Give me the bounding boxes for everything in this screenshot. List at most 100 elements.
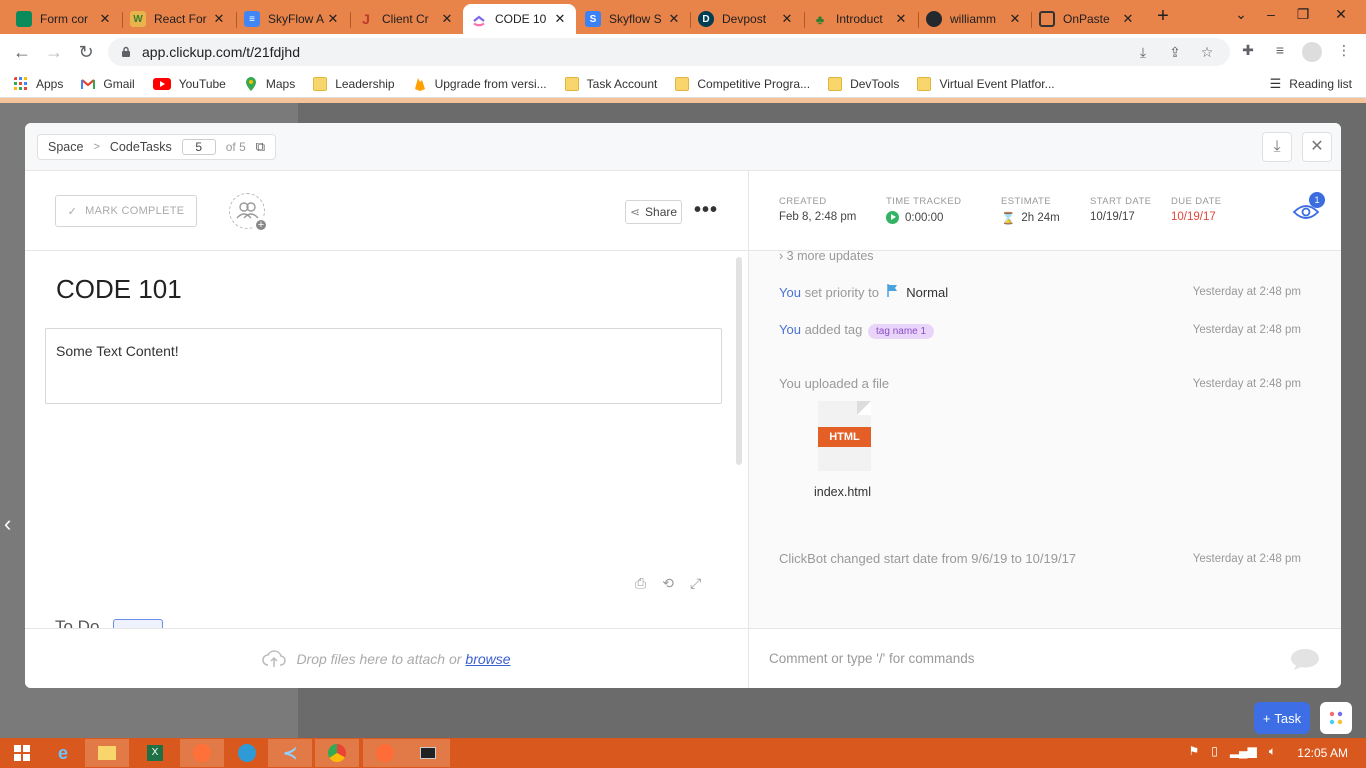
close-tab-icon[interactable]: ✕ xyxy=(666,11,682,27)
task-title[interactable]: CODE 101 xyxy=(56,274,182,305)
close-tab-icon[interactable]: ✕ xyxy=(1007,11,1023,27)
bookmark-firebase[interactable]: Upgrade from versi... xyxy=(413,77,547,91)
close-tab-icon[interactable]: ✕ xyxy=(552,11,568,27)
address-bar[interactable]: app.clickup.com/t/21fdjhd ⤓ ⇪ ☆ xyxy=(108,38,1230,66)
comment-box[interactable]: Comment or type '/' for commands xyxy=(749,628,1341,688)
page-number-input[interactable]: 5 xyxy=(181,139,216,155)
expand-icon[interactable]: ⤢ xyxy=(690,575,701,592)
close-tab-icon[interactable]: ✕ xyxy=(893,11,909,27)
browser-menu-icon[interactable]: ⋮ xyxy=(1334,42,1354,62)
play-timer-icon[interactable] xyxy=(886,211,899,224)
attachment-card[interactable]: HTML xyxy=(818,401,871,471)
bookmark-maps[interactable]: Maps xyxy=(244,76,295,91)
bookmark-folder[interactable]: DevTools xyxy=(828,76,899,91)
share-page-icon[interactable]: ⇪ xyxy=(1166,44,1184,62)
browser-tab-active[interactable]: CODE 10 ✕ xyxy=(463,4,576,34)
close-tab-icon[interactable]: ✕ xyxy=(325,11,341,27)
folder-icon xyxy=(828,76,843,91)
browser-tab[interactable]: D Devpost ✕ xyxy=(690,4,803,34)
scrollbar[interactable] xyxy=(736,257,742,465)
device-icon[interactable]: ▯ xyxy=(1211,744,1218,759)
bookmark-folder[interactable]: Task Account xyxy=(564,76,657,91)
browser-tab[interactable]: J Client Cr ✕ xyxy=(350,4,463,34)
bookmark-folder[interactable]: Virtual Event Platfor... xyxy=(917,76,1055,91)
copy-link-icon[interactable]: ⧉ xyxy=(256,139,265,155)
internet-explorer-icon[interactable]: e xyxy=(41,739,85,767)
chevron-right-icon: > xyxy=(93,141,100,153)
browser-tab[interactable]: ♣ Introduct ✕ xyxy=(804,4,917,34)
windows-start-icon[interactable] xyxy=(0,739,44,767)
extensions-puzzle-icon[interactable]: ✚ xyxy=(1238,42,1258,62)
excel-icon[interactable]: X xyxy=(133,739,177,767)
install-icon[interactable]: ⤓ xyxy=(1134,44,1152,62)
bookmark-star-icon[interactable]: ☆ xyxy=(1198,44,1216,62)
apps-launcher-button[interactable] xyxy=(1320,702,1352,734)
browse-link[interactable]: browse xyxy=(465,651,510,667)
browser-tab[interactable]: OnPaste ✕ xyxy=(1031,4,1144,34)
due-date-field[interactable]: DUE DATE 10/19/17 xyxy=(1171,196,1222,223)
more-updates-toggle[interactable]: › 3 more updates xyxy=(779,249,874,263)
bookmark-youtube[interactable]: YouTube xyxy=(152,77,226,91)
close-tab-icon[interactable]: ✕ xyxy=(439,11,455,27)
browser-tab[interactable]: williamm ✕ xyxy=(918,4,1031,34)
window-close-icon[interactable]: ✕ xyxy=(1326,2,1356,26)
breadcrumb-space[interactable]: Space xyxy=(48,140,83,154)
breadcrumb-list[interactable]: CodeTasks xyxy=(110,140,172,154)
bookmark-folder[interactable]: Competitive Progra... xyxy=(675,76,810,91)
close-tab-icon[interactable]: ✕ xyxy=(97,11,113,27)
comment-input[interactable]: Comment or type '/' for commands xyxy=(769,651,974,666)
time-tracked-field[interactable]: TIME TRACKED 0:00:00 xyxy=(886,196,961,224)
speech-bubble-icon[interactable] xyxy=(1289,647,1321,671)
browser-tab[interactable]: Form cor ✕ xyxy=(8,4,121,34)
back-arrow-icon[interactable]: ← xyxy=(10,40,34,64)
network-icon[interactable]: ▂▄▆ xyxy=(1230,744,1257,759)
bookmark-gmail[interactable]: Gmail xyxy=(81,77,135,91)
new-tab-plus-icon[interactable]: + xyxy=(1152,6,1174,28)
browser-tab[interactable]: ≡ SkyFlow A ✕ xyxy=(236,4,349,34)
minimize-icon[interactable]: – xyxy=(1256,2,1286,26)
history-icon[interactable]: ⟲ xyxy=(662,575,674,592)
share-button[interactable]: ⋖ Share xyxy=(625,200,682,224)
file-drop-zone[interactable]: Drop files here to attach or browse xyxy=(25,628,748,688)
clock[interactable]: 12:05 AM xyxy=(1297,746,1348,760)
forward-arrow-icon[interactable]: → xyxy=(42,40,66,64)
chrome-icon[interactable] xyxy=(315,739,359,767)
notification-flag-icon[interactable]: ⚑ xyxy=(1188,744,1199,759)
print-icon[interactable]: ⎙ xyxy=(635,575,646,592)
bookmark-apps[interactable]: Apps xyxy=(14,76,63,91)
close-modal-icon[interactable]: ✕ xyxy=(1302,132,1332,162)
folder-icon xyxy=(564,76,579,91)
close-tab-icon[interactable]: ✕ xyxy=(211,11,227,27)
file-explorer-icon[interactable] xyxy=(85,739,129,767)
folder-icon xyxy=(917,76,932,91)
profile-avatar[interactable] xyxy=(1302,42,1322,62)
edge-icon[interactable] xyxy=(225,739,269,767)
volume-icon[interactable]: 🔈︎ xyxy=(1269,744,1276,759)
chevron-left-icon[interactable]: ‹ xyxy=(4,511,11,537)
close-tab-icon[interactable]: ✕ xyxy=(1120,11,1136,27)
new-task-button[interactable]: + Task xyxy=(1254,702,1310,734)
postman-icon[interactable] xyxy=(363,739,407,767)
reading-list[interactable]: ☰ Reading list xyxy=(1270,76,1352,92)
minimize-task-icon[interactable]: ⤓ xyxy=(1262,132,1292,162)
restore-icon[interactable]: ❐ xyxy=(1288,2,1318,26)
tag-pill[interactable]: tag name 1 xyxy=(868,324,935,339)
media-queue-icon[interactable]: ≡ xyxy=(1270,42,1290,62)
terminal-icon[interactable] xyxy=(406,739,450,767)
reload-icon[interactable]: ↻ xyxy=(74,40,98,64)
vscode-icon[interactable]: ≺ xyxy=(268,739,312,767)
estimate-field[interactable]: ESTIMATE ⌛ 2h 24m xyxy=(1001,196,1060,225)
browser-tab[interactable]: S Skyflow S ✕ xyxy=(577,4,690,34)
add-assignee-button[interactable]: + xyxy=(229,193,268,232)
clickup-favicon-icon xyxy=(471,11,487,27)
description-editor[interactable]: Some Text Content! xyxy=(45,328,722,404)
browser-tab[interactable]: W React For ✕ xyxy=(122,4,235,34)
tab-search-chevron-icon[interactable]: ⌄ xyxy=(1226,2,1256,26)
firefox-icon[interactable] xyxy=(180,739,224,767)
close-tab-icon[interactable]: ✕ xyxy=(779,11,795,27)
more-options-icon[interactable]: ••• xyxy=(694,199,718,222)
start-date-field[interactable]: START DATE 10/19/17 xyxy=(1090,196,1151,223)
attachment-name[interactable]: index.html xyxy=(814,485,871,499)
mark-complete-button[interactable]: ✓ MARK COMPLETE xyxy=(55,195,197,227)
bookmark-folder[interactable]: Leadership xyxy=(313,76,395,91)
